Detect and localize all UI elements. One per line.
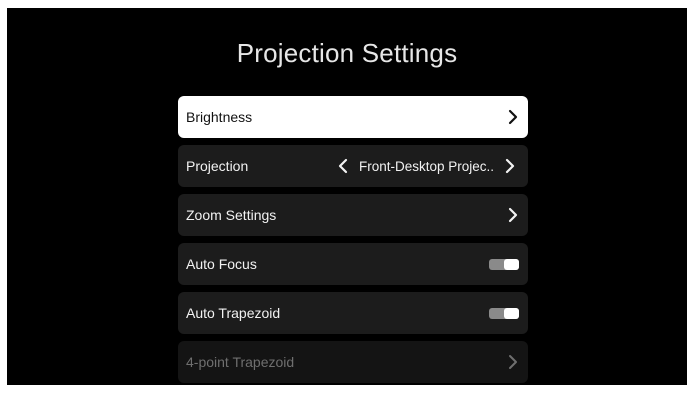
page-title: Projection Settings bbox=[236, 38, 458, 68]
menu-item-brightness[interactable]: Brightness bbox=[178, 96, 528, 138]
menu-item-label: Auto Trapezoid bbox=[186, 305, 281, 321]
menu-item-projection[interactable]: Projection Front-Desktop Projec.. bbox=[178, 145, 528, 187]
projection-selector: Front-Desktop Projec.. bbox=[333, 145, 520, 187]
chevron-right-icon[interactable] bbox=[502, 158, 518, 174]
chevron-right-icon bbox=[505, 354, 521, 370]
projection-value: Front-Desktop Projec.. bbox=[358, 158, 494, 174]
auto-trapezoid-toggle[interactable] bbox=[489, 308, 519, 319]
menu-item-4-point-trapezoid: 4-point Trapezoid bbox=[178, 341, 528, 383]
toggle-knob bbox=[504, 259, 519, 270]
menu-item-auto-focus[interactable]: Auto Focus bbox=[178, 243, 528, 285]
projector-screen: Projection Settings Brightness Projectio… bbox=[7, 8, 687, 385]
auto-focus-toggle[interactable] bbox=[489, 259, 519, 270]
chevron-right-icon bbox=[505, 109, 521, 125]
menu-item-label: 4-point Trapezoid bbox=[186, 354, 295, 370]
chevron-right-icon bbox=[505, 207, 521, 223]
toggle-knob bbox=[504, 308, 519, 319]
menu-item-label: Zoom Settings bbox=[186, 207, 277, 223]
settings-menu: Brightness Projection Front-Desktop Proj… bbox=[178, 96, 528, 385]
menu-item-auto-trapezoid[interactable]: Auto Trapezoid bbox=[178, 292, 528, 334]
menu-item-label: Projection bbox=[186, 158, 249, 174]
chevron-left-icon[interactable] bbox=[335, 158, 351, 174]
menu-item-zoom-settings[interactable]: Zoom Settings bbox=[178, 194, 528, 236]
menu-item-label: Brightness bbox=[186, 109, 253, 125]
menu-item-label: Auto Focus bbox=[186, 256, 257, 272]
